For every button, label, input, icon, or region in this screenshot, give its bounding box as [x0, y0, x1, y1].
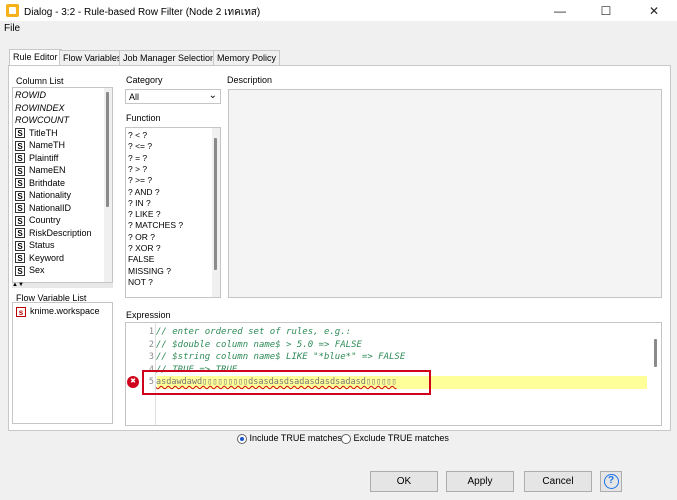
radio-exclude[interactable] [341, 433, 351, 444]
scroll-thumb[interactable] [654, 339, 657, 367]
help-button[interactable]: ? [600, 471, 622, 492]
function-item[interactable]: ? LIKE ? [128, 209, 161, 220]
string-type-icon: S [15, 203, 25, 214]
radio-include[interactable] [237, 433, 247, 444]
ok-button[interactable]: OK [370, 471, 438, 492]
close-button[interactable]: ✕ [631, 0, 677, 21]
column-item[interactable]: S Brithdate [15, 177, 65, 190]
error-highlight-box [142, 370, 431, 395]
function-item[interactable]: NOT ? [128, 277, 153, 288]
function-item[interactable]: ? AND ? [128, 187, 160, 198]
string-type-icon: S [15, 153, 25, 164]
apply-button[interactable]: Apply [446, 471, 514, 492]
function-label: Function [126, 113, 161, 123]
column-list-header: Column List [16, 76, 64, 86]
string-type-icon: S [15, 140, 25, 151]
menu-bar [0, 21, 677, 37]
string-type-icon: S [15, 190, 25, 201]
column-item[interactable]: S Plaintiff [15, 152, 58, 165]
string-type-icon: S [15, 228, 25, 239]
tab-job-manager-selection[interactable]: Job Manager Selection [119, 50, 220, 66]
function-item[interactable]: ? >= ? [128, 175, 152, 186]
column-rowcount[interactable]: ROWCOUNT [15, 114, 69, 127]
flow-variable-icon: s [16, 306, 26, 317]
exclude-true-matches-option[interactable]: Exclude TRUE matches [341, 433, 449, 444]
column-item[interactable]: S Nationality [15, 189, 71, 202]
column-item[interactable]: S Status [15, 239, 55, 252]
function-item[interactable]: ? <= ? [128, 141, 152, 152]
category-label: Category [126, 75, 163, 85]
function-item[interactable]: ? < ? [128, 130, 147, 141]
scroll-thumb[interactable] [106, 92, 109, 207]
splitter-handle[interactable]: ▲▼ [12, 282, 113, 288]
string-type-icon: S [15, 253, 25, 264]
function-item[interactable]: ? OR ? [128, 232, 155, 243]
string-type-icon: S [15, 165, 25, 176]
help-icon: ? [603, 474, 619, 489]
tab-memory-policy[interactable]: Memory Policy [213, 50, 281, 66]
string-type-icon: S [15, 265, 25, 276]
menu-file[interactable]: File [4, 23, 20, 34]
column-item[interactable]: S NameTH [15, 139, 65, 152]
description-label: Description [227, 75, 273, 85]
column-item[interactable]: S Sex [15, 264, 45, 277]
column-item[interactable]: S TitleTH [15, 127, 58, 140]
string-type-icon: S [15, 215, 25, 226]
description-panel [228, 89, 662, 298]
expression-label: Expression [126, 310, 171, 320]
tab-flow-variables[interactable]: Flow Variables [59, 50, 126, 66]
code-line: // $double column name$ > 5.0 => FALSE [156, 339, 362, 350]
code-line: // enter ordered set of rules, e.g.: [156, 327, 352, 337]
chevron-down-icon: ⌄ [208, 90, 217, 101]
category-select[interactable]: All ⌄ [125, 89, 221, 104]
column-rowindex[interactable]: ROWINDEX [15, 102, 65, 115]
column-rowid[interactable]: ROWID [15, 89, 46, 102]
function-item[interactable]: MISSING ? [128, 266, 171, 277]
line-number: 2 [148, 339, 154, 350]
app-icon [6, 4, 19, 17]
column-list-scrollbar[interactable] [104, 88, 112, 282]
column-item[interactable]: S Keyword [15, 252, 64, 265]
tab-rule-editor[interactable]: Rule Editor [9, 49, 62, 66]
flow-variable-item[interactable]: s knime.workspace [16, 305, 100, 318]
cancel-button[interactable]: Cancel [524, 471, 592, 492]
function-item[interactable]: ? XOR ? [128, 243, 161, 254]
column-item[interactable]: S NationalID [15, 202, 71, 215]
scroll-thumb[interactable] [214, 138, 217, 270]
flow-variable-list[interactable]: s knime.workspace [12, 302, 113, 424]
line-number: 1 [148, 327, 154, 337]
function-item[interactable]: ? = ? [128, 153, 147, 164]
function-item[interactable]: FALSE [128, 254, 154, 265]
string-type-icon: S [15, 178, 25, 189]
minimize-button[interactable]: — [537, 0, 583, 21]
code-line: // $string column name$ LIKE "*blue*" =>… [156, 352, 406, 362]
function-list[interactable]: ? < ? ? <= ? ? = ? ? > ? ? >= ? ? AND ? … [125, 127, 221, 298]
string-type-icon: S [15, 240, 25, 251]
function-item[interactable]: ? MATCHES ? [128, 220, 183, 231]
window-title: Dialog - 3:2 - Rule-based Row Filter (No… [24, 7, 261, 18]
expression-scrollbar[interactable] [651, 323, 661, 425]
column-list[interactable]: ROWID ROWINDEX ROWCOUNT S TitleTH S NameTH… [12, 87, 113, 283]
line-number: 3 [148, 352, 154, 362]
column-item[interactable]: S NameEN [15, 164, 66, 177]
column-item[interactable]: S RiskDescription [15, 227, 92, 240]
include-true-matches-option[interactable]: Include TRUE matches [237, 433, 342, 444]
maximize-button[interactable]: ☐ [583, 0, 629, 21]
string-type-icon: S [15, 128, 25, 139]
column-item[interactable]: S Country [15, 214, 61, 227]
function-list-scrollbar[interactable] [212, 128, 220, 297]
function-item[interactable]: ? > ? [128, 164, 147, 175]
function-item[interactable]: ? IN ? [128, 198, 151, 209]
error-icon: ✖ [127, 376, 139, 388]
